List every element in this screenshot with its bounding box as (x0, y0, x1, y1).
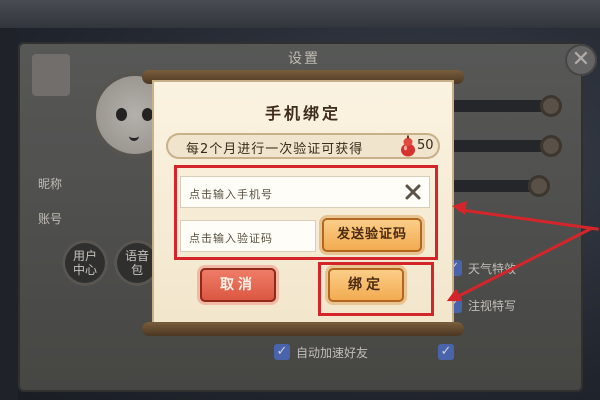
gourd-icon (401, 135, 415, 157)
scroll-rod-bottom (142, 322, 464, 336)
reward-amount: 50 (417, 138, 434, 153)
cancel-button[interactable]: 取消 (200, 268, 276, 302)
annotation-arrow-head (451, 199, 467, 215)
dialog-title: 手机绑定 (264, 104, 341, 123)
reward-text: 每2个月进行一次验证可获得 (186, 142, 364, 157)
highlight-bind-button (318, 262, 434, 316)
highlight-input-area (174, 165, 438, 260)
reward-banner: 每2个月进行一次验证可获得 50 (166, 133, 440, 159)
